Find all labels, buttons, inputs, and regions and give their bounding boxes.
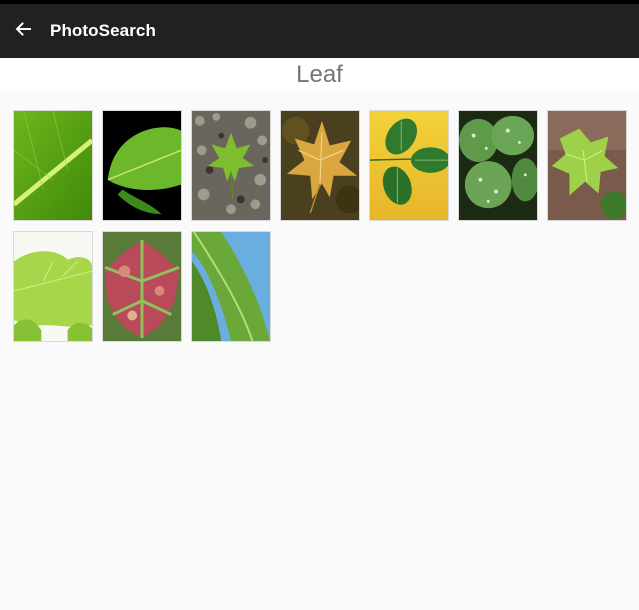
result-photo-5[interactable] [369, 110, 449, 221]
leaf-photo-image [192, 232, 270, 341]
query-title: Leaf [296, 61, 343, 88]
leaf-photo-image [459, 111, 537, 220]
leaf-photo-image [548, 111, 626, 220]
arrow-left-icon [14, 20, 32, 43]
leaf-photo-image [14, 111, 92, 220]
app-toolbar: PhotoSearch [0, 0, 639, 58]
leaf-photo-image [14, 232, 92, 341]
query-header: Leaf [0, 58, 639, 92]
result-photo-10[interactable] [191, 231, 271, 342]
result-photo-8[interactable] [13, 231, 93, 342]
app-title: PhotoSearch [50, 21, 156, 40]
result-photo-3[interactable] [191, 110, 271, 221]
result-photo-7[interactable] [547, 110, 627, 221]
result-photo-6[interactable] [458, 110, 538, 221]
leaf-photo-image [370, 111, 448, 220]
leaf-photo-image [103, 111, 181, 220]
leaf-photo-image [192, 111, 270, 220]
result-photo-9[interactable] [102, 231, 182, 342]
results-grid [13, 110, 628, 342]
result-photo-1[interactable] [13, 110, 93, 221]
result-photo-2[interactable] [102, 110, 182, 221]
back-button[interactable] [0, 4, 46, 58]
result-photo-4[interactable] [280, 110, 360, 221]
leaf-photo-image [103, 232, 181, 341]
leaf-photo-image [281, 111, 359, 220]
